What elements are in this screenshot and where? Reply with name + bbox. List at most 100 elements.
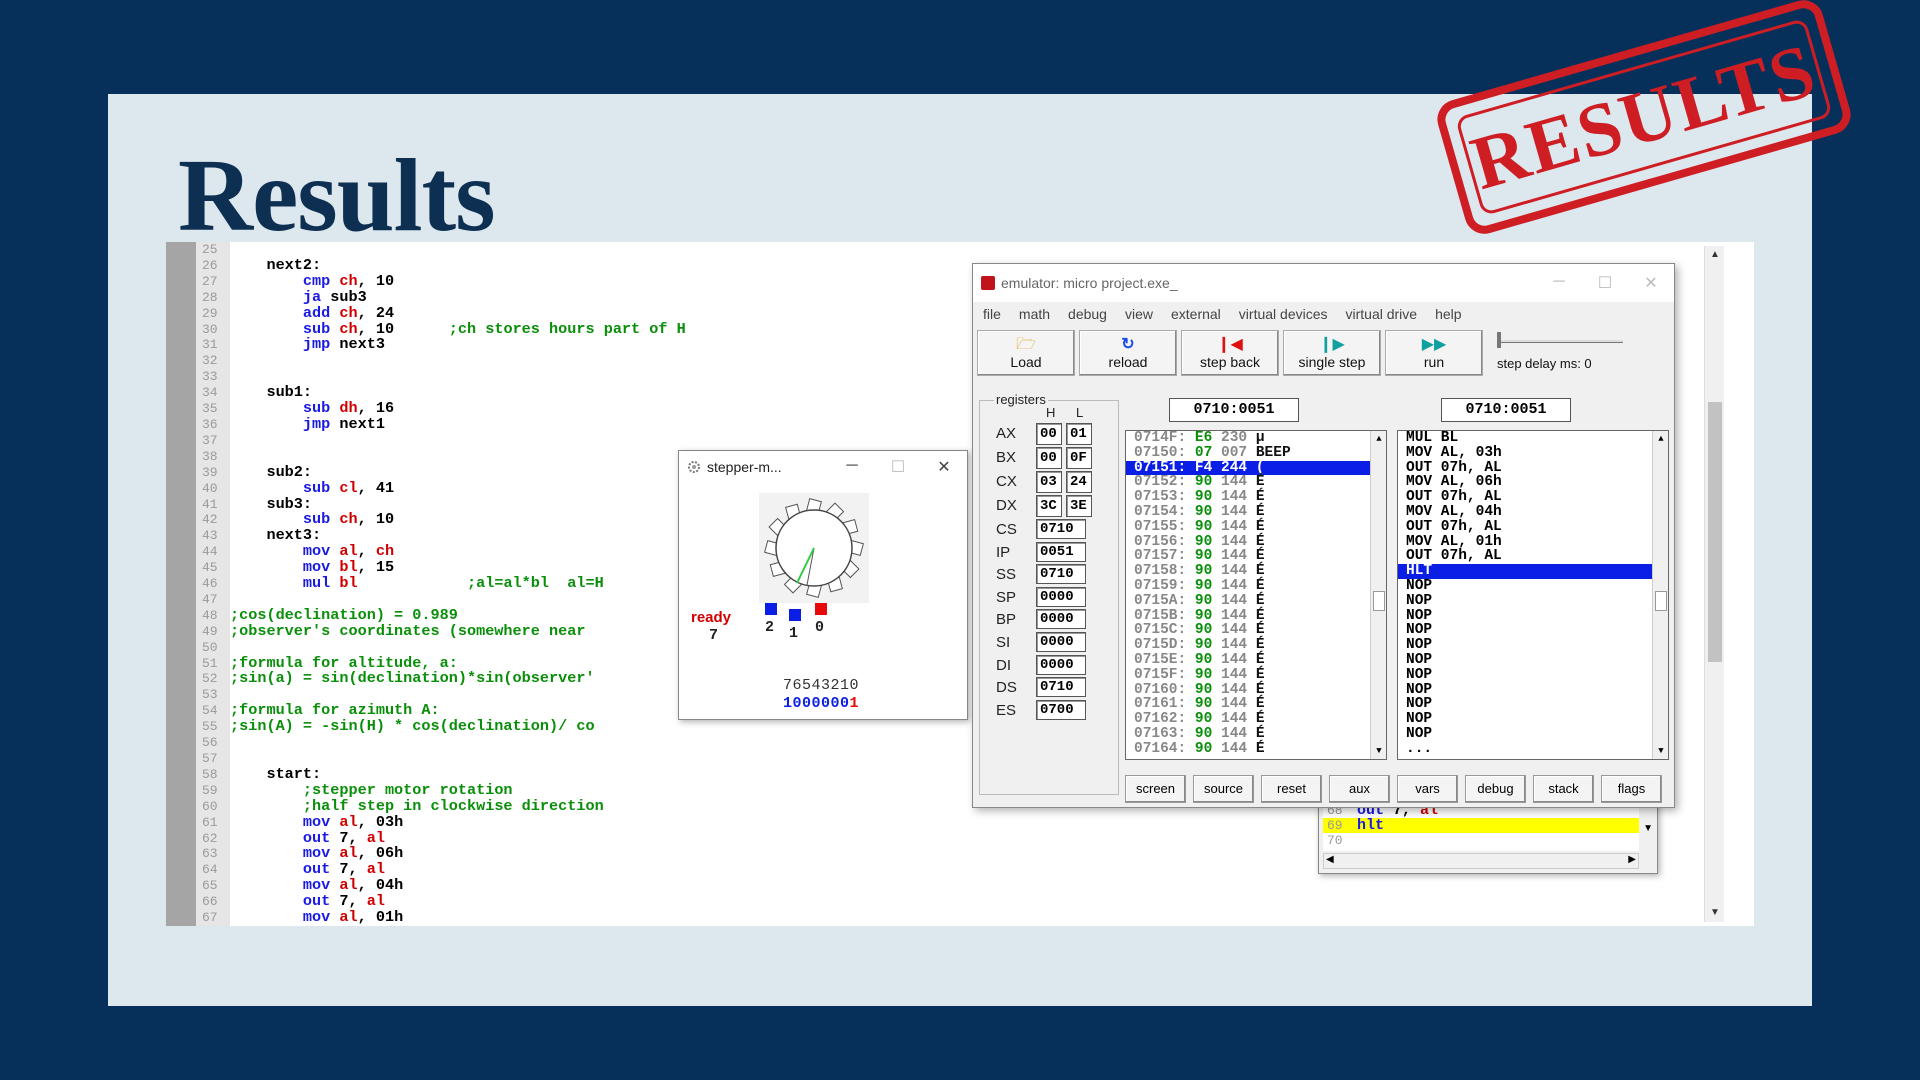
step-delay-slider[interactable]: step delay ms: 0 [1487,330,1633,376]
disasm-row[interactable]: NOP [1398,608,1668,624]
scroll-up-icon[interactable]: ▲ [1653,431,1668,447]
close-button[interactable]: ✕ [921,457,967,477]
disasm-row[interactable]: OUT 07h, AL [1398,490,1668,505]
disasm-row[interactable]: NOP [1398,712,1668,727]
disasm-row[interactable]: OUT 07h, AL [1398,519,1668,535]
bottom-button-flags[interactable]: flags [1601,775,1662,803]
memory-row[interactable]: 0715A: 90 144 É [1126,593,1386,609]
bottom-button-source[interactable]: source [1193,775,1254,803]
register-bx-low[interactable]: 0F [1066,447,1092,469]
scroll-down-icon[interactable]: ▼ [1643,823,1653,834]
register-di-field[interactable]: 0000 [1036,654,1086,675]
memory-row[interactable]: 0714F: E6 230 µ [1126,431,1386,446]
register-si-field[interactable]: 0000 [1036,632,1086,652]
memory-row[interactable]: 07164: 90 144 É [1126,741,1386,757]
menu-item-debug[interactable]: debug [1068,306,1107,322]
scroll-thumb[interactable] [1373,591,1385,611]
disasm-row[interactable]: NOP [1398,593,1668,609]
memory-scrollbar[interactable]: ▲ ▼ [1370,431,1386,759]
disasm-address-field[interactable]: 0710:0051 [1441,398,1571,422]
memory-row[interactable]: 07157: 90 144 É [1126,549,1386,564]
memory-row[interactable]: 07159: 90 144 É [1126,579,1386,594]
disasm-row[interactable]: NOP [1398,653,1668,668]
source-code[interactable]: 25 26 next2: 27 cmp ch, 10 28 ja sub3 29 add… [196,242,686,926]
disasm-row[interactable]: NOP [1398,697,1668,712]
scroll-thumb[interactable] [1708,402,1722,662]
single-step-button[interactable]: ❙▶ single step [1283,330,1381,376]
register-ip-field[interactable]: 0051 [1036,541,1086,562]
emulator-window[interactable]: emulator: micro project.exe_ ─ ☐ ✕ file m… [972,263,1675,808]
disasm-row[interactable]: NOP [1398,638,1668,653]
stepper-titlebar[interactable]: stepper-m... ─ ☐ ✕ [679,451,967,483]
menu-item-external[interactable]: external [1171,306,1221,322]
minimize-button[interactable]: ─ [1536,273,1582,293]
disasm-row[interactable]: NOP [1398,727,1668,742]
run-button[interactable]: ▶▶ run [1385,330,1483,376]
register-bp-field[interactable]: 0000 [1036,609,1086,630]
disassembly-list[interactable]: MUL BL MOV AL, 03h OUT 07h, AL MOV AL, 06h O… [1397,430,1669,760]
disasm-row[interactable]: NOP [1398,682,1668,698]
menu-item-math[interactable]: math [1019,306,1050,322]
scroll-down-icon[interactable]: ▼ [1707,904,1723,922]
menu-item-virtual-drive[interactable]: virtual drive [1346,306,1418,322]
scroll-right-icon[interactable]: ▶ [1628,854,1636,865]
reload-button[interactable]: ↻ reload [1079,330,1177,376]
scroll-up-icon[interactable]: ▲ [1371,431,1386,447]
register-ax-high[interactable]: 00 [1036,423,1062,445]
editor-scrollbar[interactable]: ▲ ▼ [1704,246,1724,922]
memory-row[interactable]: 07158: 90 144 É [1126,564,1386,579]
bottom-button-debug[interactable]: debug [1465,775,1526,803]
scroll-thumb[interactable] [1655,591,1667,611]
disasm-row[interactable]: MOV AL, 01h [1398,534,1668,550]
memory-row[interactable]: 07152: 90 144 É [1126,475,1386,490]
emulator-titlebar[interactable]: emulator: micro project.exe_ ─ ☐ ✕ [973,264,1674,302]
memory-row[interactable]: 07155: 90 144 É [1126,519,1386,535]
maximize-button[interactable]: ☐ [1582,273,1628,293]
disasm-row[interactable]: MOV AL, 03h [1398,445,1668,461]
register-dx-high[interactable]: 3C [1036,495,1062,517]
register-cs-field[interactable]: 0710 [1036,519,1086,539]
slider-knob[interactable] [1497,332,1501,348]
register-ds-field[interactable]: 0710 [1036,677,1086,698]
minimize-button[interactable]: ─ [829,457,875,477]
bottom-button-aux[interactable]: aux [1329,775,1390,803]
register-bx-high[interactable]: 00 [1036,447,1062,469]
disasm-row[interactable]: MOV AL, 04h [1398,505,1668,520]
memory-row[interactable]: 07163: 90 144 É [1126,727,1386,742]
source-window[interactable]: 68 out 7, al 69 hlt 70 ◀ ▶ ▼ [1318,800,1658,874]
memory-row[interactable]: 0715E: 90 144 É [1126,653,1386,668]
bottom-button-vars[interactable]: vars [1397,775,1458,803]
maximize-button[interactable]: ☐ [875,457,921,477]
menu-item-help[interactable]: help [1435,306,1461,322]
disasm-row[interactable]: NOP [1398,623,1668,638]
disasm-row[interactable]: MOV AL, 06h [1398,475,1668,490]
memory-address-field[interactable]: 0710:0051 [1169,398,1299,422]
memory-row[interactable]: 07153: 90 144 É [1126,490,1386,505]
memory-row[interactable]: 07162: 90 144 É [1126,712,1386,727]
slider-track[interactable] [1497,340,1623,343]
register-dx-low[interactable]: 3E [1066,495,1092,517]
disasm-row[interactable]: OUT 07h, AL [1398,460,1668,476]
bottom-button-screen[interactable]: screen [1125,775,1186,803]
disasm-row[interactable]: NOP [1398,667,1668,683]
menu-item-view[interactable]: view [1125,306,1153,322]
scroll-down-icon[interactable]: ▼ [1371,743,1386,759]
load-button[interactable]: 🗁 Load [977,330,1075,376]
scroll-left-icon[interactable]: ◀ [1326,854,1334,865]
step-back-button[interactable]: ❙◀ step back [1181,330,1279,376]
source-listing[interactable]: 68 out 7, al 69 hlt 70 [1323,803,1639,851]
disasm-row[interactable]: NOP [1398,579,1668,594]
disasm-row[interactable]: HLT [1398,564,1668,579]
disasm-row[interactable]: ... [1398,741,1668,757]
memory-list[interactable]: 0714F: E6 230 µ 07150: 07 007 BEEP 07151: … [1125,430,1387,760]
memory-row[interactable]: 07150: 07 007 BEEP [1126,445,1386,461]
memory-row[interactable]: 0715F: 90 144 É [1126,667,1386,683]
bottom-button-reset[interactable]: reset [1261,775,1322,803]
bottom-button-stack[interactable]: stack [1533,775,1594,803]
memory-row[interactable]: 07154: 90 144 É [1126,505,1386,520]
source-hscroll[interactable]: ◀ ▶ [1323,853,1639,869]
scroll-down-icon[interactable]: ▼ [1653,743,1668,759]
scroll-up-icon[interactable]: ▲ [1707,246,1723,264]
disasm-row[interactable]: MUL BL [1398,431,1668,446]
menu-item-file[interactable]: file [983,306,1001,322]
